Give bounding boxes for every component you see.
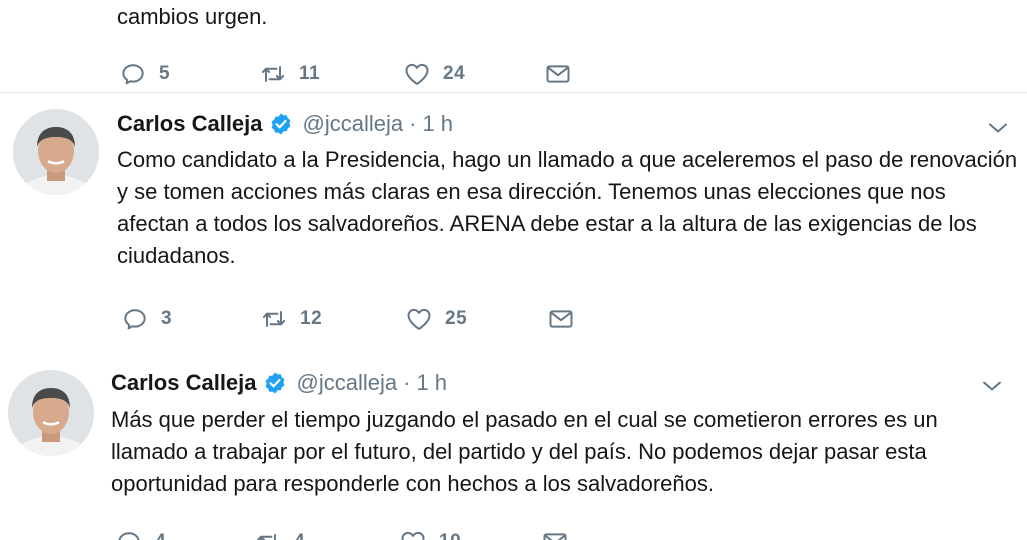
reply-count: 4 <box>155 531 166 540</box>
reply-icon <box>115 528 143 540</box>
heart-icon <box>399 528 427 540</box>
reply-icon <box>121 305 149 333</box>
reply-count: 5 <box>159 63 171 84</box>
tweet-actions: 5 11 24 <box>119 59 599 89</box>
like-count: 10 <box>439 531 461 540</box>
timestamp[interactable]: 1 h <box>416 370 447 396</box>
envelope-icon <box>544 60 572 88</box>
reply-icon <box>119 60 147 88</box>
author-handle[interactable]: @jccalleja <box>303 111 404 137</box>
direct-message-button[interactable] <box>541 527 569 540</box>
tweet-actions: 3 12 25 <box>121 304 601 334</box>
timeline: cambios urgen. 5 11 24 Carlos Calleja @j… <box>0 0 1027 540</box>
tweet-text: Como candidato a la Presidencia, hago un… <box>117 147 1018 268</box>
reply-button[interactable]: 3 <box>121 304 172 334</box>
tweet-actions: 4 4 10 <box>115 527 595 540</box>
retweet-count: 4 <box>294 531 305 540</box>
separator: · <box>403 370 411 395</box>
avatar[interactable] <box>13 109 99 195</box>
tweet-text: Más que perder el tiempo juzgando el pas… <box>111 407 938 496</box>
verified-badge-icon <box>257 371 287 395</box>
like-button[interactable]: 24 <box>403 59 465 89</box>
direct-message-button[interactable] <box>544 59 572 89</box>
retweet-icon <box>259 60 287 88</box>
reply-count: 3 <box>161 308 173 329</box>
avatar[interactable] <box>8 370 94 456</box>
separator: · <box>409 111 417 136</box>
author-name[interactable]: Carlos Calleja <box>117 111 263 137</box>
heart-icon <box>403 60 431 88</box>
retweet-count: 11 <box>299 63 321 84</box>
tweet-menu-button[interactable] <box>980 374 1004 398</box>
reply-button[interactable]: 4 <box>115 527 166 540</box>
heart-icon <box>405 305 433 333</box>
like-button[interactable]: 10 <box>399 527 461 540</box>
retweet-icon <box>254 528 282 540</box>
tweet-menu-button[interactable] <box>986 116 1010 140</box>
retweet-button[interactable]: 12 <box>260 304 322 334</box>
tweet-text: cambios urgen. <box>117 4 268 29</box>
chevron-down-icon <box>980 374 1004 398</box>
chevron-down-icon <box>986 116 1010 140</box>
retweet-button[interactable]: 4 <box>254 527 305 540</box>
envelope-icon <box>541 528 569 540</box>
like-button[interactable]: 25 <box>405 304 467 334</box>
retweet-button[interactable]: 11 <box>259 59 320 89</box>
tweet-header: Carlos Calleja @jccalleja · 1 h <box>111 368 447 398</box>
envelope-icon <box>547 305 575 333</box>
direct-message-button[interactable] <box>547 304 575 334</box>
author-name[interactable]: Carlos Calleja <box>111 370 257 396</box>
divider <box>0 92 1027 93</box>
timestamp[interactable]: 1 h <box>422 111 453 137</box>
author-handle[interactable]: @jccalleja <box>297 370 398 396</box>
reply-button[interactable]: 5 <box>119 59 170 89</box>
like-count: 25 <box>445 308 468 329</box>
retweet-count: 12 <box>300 308 323 329</box>
tweet-header: Carlos Calleja @jccalleja · 1 h <box>117 109 453 139</box>
verified-badge-icon <box>263 112 293 136</box>
retweet-icon <box>260 305 288 333</box>
like-count: 24 <box>443 63 466 84</box>
